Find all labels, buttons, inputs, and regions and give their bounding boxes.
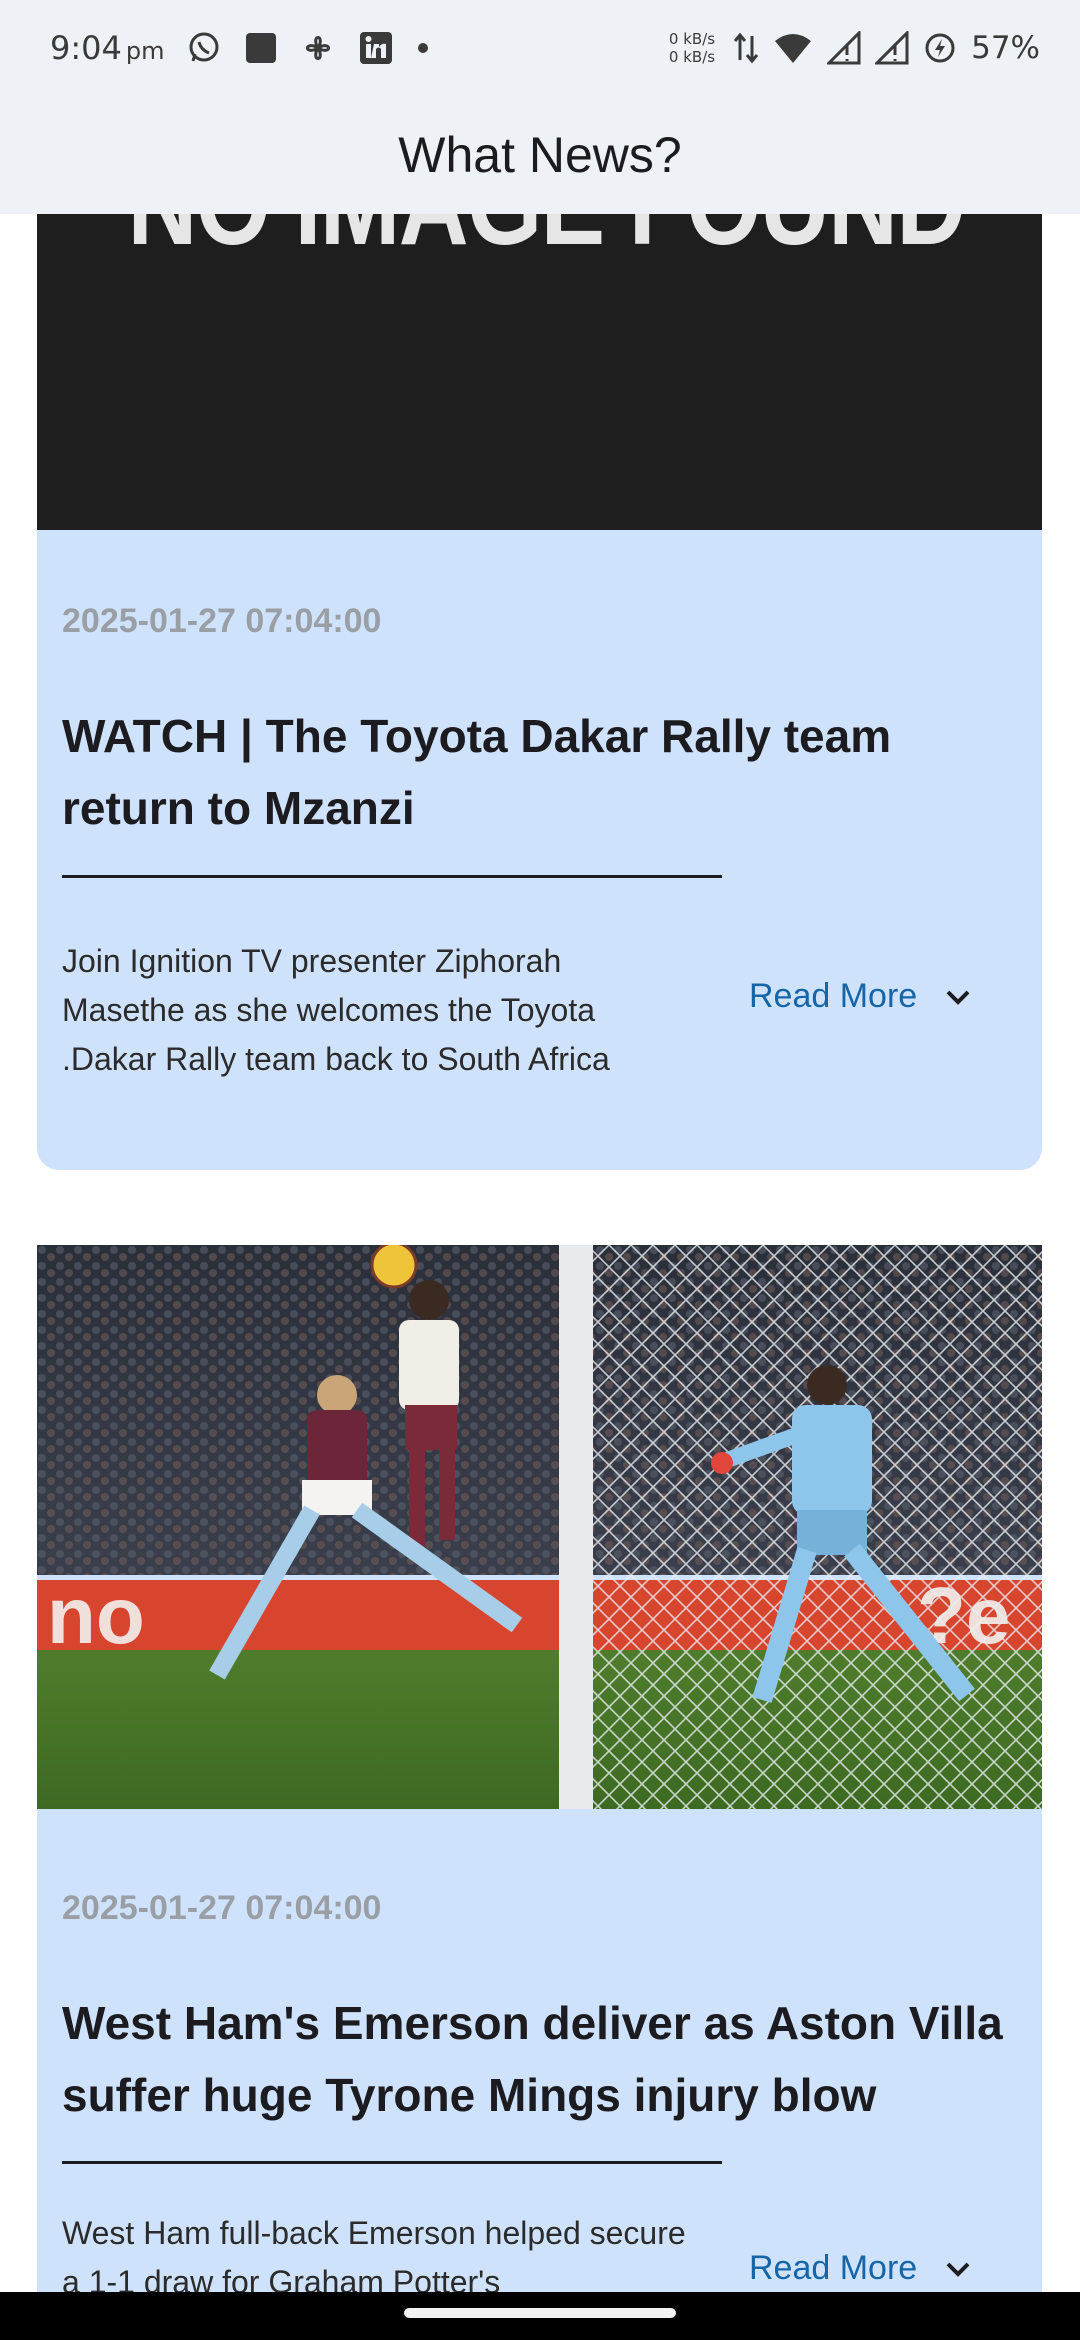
news-card[interactable]: NO IMAGE FOUND 2025-01-27 07:04:00 WATCH…: [37, 214, 1042, 1170]
dot-icon: [416, 41, 430, 55]
network-speed: 0 kB/s 0 kB/s: [669, 30, 715, 66]
chevron-down-icon: [945, 2260, 971, 2278]
article-description: West Ham full-back Emerson helped secure…: [62, 2215, 686, 2292]
pinwheel-icon: [300, 30, 336, 66]
signal-icon: [875, 31, 909, 65]
time-ampm: pm: [125, 37, 165, 65]
time-value: 9:04: [50, 29, 122, 67]
article-title[interactable]: WATCH | The Toyota Dakar Rally team retu…: [62, 700, 1017, 844]
system-navigation-bar: [0, 2292, 1080, 2340]
linkedin-icon: [358, 30, 394, 66]
signal-icon: [827, 31, 861, 65]
article-title[interactable]: West Ham's Emerson deliver as Aston Vill…: [62, 1987, 1017, 2131]
article-image-placeholder: NO IMAGE FOUND: [37, 214, 1042, 530]
app-title: What News?: [398, 127, 682, 183]
net-down: 0 kB/s: [668, 48, 716, 66]
football-match-photo: no ?e: [37, 1245, 1042, 1809]
article-description: Join Ignition TV presenter Ziphorah Mase…: [62, 943, 610, 1077]
title-divider: [62, 875, 722, 878]
data-arrows-icon: [733, 30, 759, 66]
whatsapp-icon: [186, 30, 222, 66]
battery-saver-icon: [923, 31, 957, 65]
read-more-label: Read More: [749, 977, 918, 1015]
news-feed[interactable]: NO IMAGE FOUND 2025-01-27 07:04:00 WATCH…: [0, 214, 1080, 2292]
wifi-icon: [773, 31, 813, 65]
chevron-down-icon: [945, 988, 971, 1006]
article-image: no ?e: [37, 1245, 1042, 1809]
battery-percentage: 57%: [971, 30, 1040, 66]
title-divider: [62, 2161, 722, 2164]
status-time: 9:04 pm: [50, 29, 164, 67]
net-up: 0 kB/s: [668, 30, 716, 48]
home-gesture-handle[interactable]: [404, 2308, 676, 2318]
read-more-button[interactable]: Read More: [749, 2249, 971, 2288]
status-bar: 9:04 pm 0 kB/s 0 kB/s 57%: [0, 0, 1080, 96]
article-date: 2025-01-27 07:04:00: [62, 1889, 382, 1927]
no-image-text: NO IMAGE FOUND: [127, 214, 966, 272]
app-square-icon: [244, 31, 278, 65]
app-bar: What News?: [0, 96, 1080, 214]
news-card[interactable]: no ?e: [37, 1245, 1042, 2292]
article-date: 2025-01-27 07:04:00: [62, 602, 382, 640]
svg-text:no: no: [47, 1571, 145, 1660]
read-more-label: Read More: [749, 2249, 918, 2287]
read-more-button[interactable]: Read More: [749, 977, 971, 1016]
